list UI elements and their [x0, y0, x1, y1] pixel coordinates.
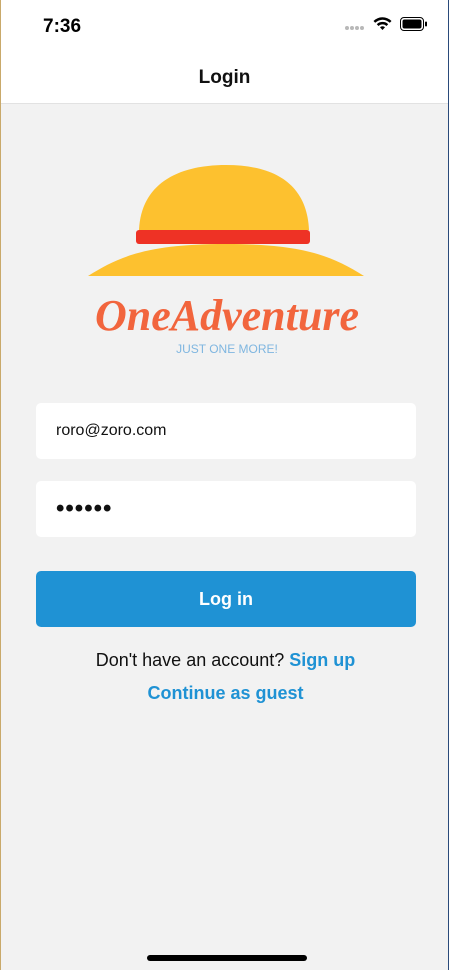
login-screen: 7:36 Login OneAdventure JUST ONE MORE! r…: [0, 0, 449, 970]
logo-wordmark: OneAdventure: [95, 291, 359, 340]
email-field[interactable]: roro@zoro.com: [36, 403, 416, 459]
password-field[interactable]: ••••••: [36, 481, 416, 537]
status-time: 7:36: [43, 16, 82, 37]
battery-icon: [400, 17, 428, 36]
status-icons: [345, 17, 428, 36]
status-bar: 7:36: [1, 0, 448, 56]
hat-crown: [139, 165, 309, 230]
wifi-icon: [373, 17, 392, 36]
signup-row: Don't have an account? Sign up: [1, 650, 449, 671]
hat-band: [136, 230, 310, 244]
app-logo: OneAdventure JUST ONE MORE!: [81, 160, 381, 360]
login-button[interactable]: Log in: [36, 571, 416, 627]
home-indicator[interactable]: [147, 955, 307, 961]
nav-bar: Login: [1, 56, 448, 104]
signup-prompt: Don't have an account?: [95, 650, 290, 670]
logo-tagline: JUST ONE MORE!: [176, 342, 278, 356]
guest-row: Continue as guest: [1, 683, 449, 704]
continue-as-guest-link[interactable]: Continue as guest: [147, 683, 303, 703]
page-title: Login: [198, 67, 251, 88]
signal-dots-icon: [345, 18, 365, 36]
signup-link[interactable]: Sign up: [289, 650, 355, 670]
hat-brim: [88, 244, 364, 276]
